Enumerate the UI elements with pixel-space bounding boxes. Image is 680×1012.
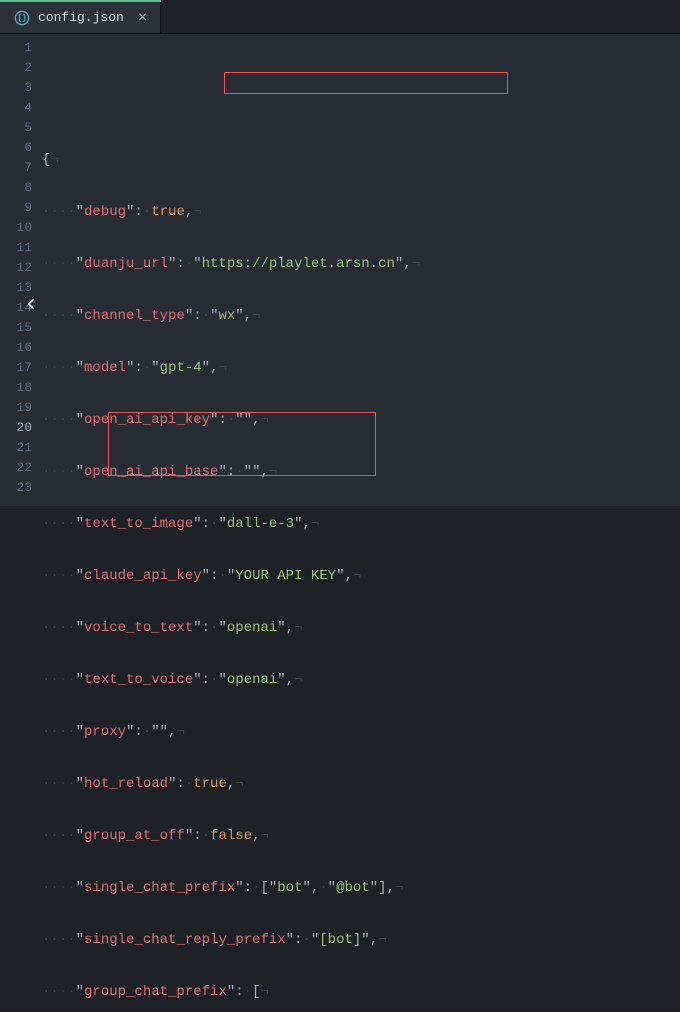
code-line: ····"debug":·true,¬: [42, 202, 680, 222]
code-content[interactable]: {¬ ····"debug":·true,¬ ····"duanju_url":…: [42, 34, 680, 506]
code-line: ····"single_chat_prefix":·["bot",·"@bot"…: [42, 878, 680, 898]
tab-config-json[interactable]: config.json ×: [0, 0, 161, 33]
code-line: ····"claude_api_key":·"YOUR API KEY",¬: [42, 566, 680, 586]
code-line: ····"model":·"gpt-4",¬: [42, 358, 680, 378]
duanju-url-highlight: [224, 72, 508, 94]
tab-label: config.json: [38, 10, 124, 25]
code-line: ····"channel_type":·"wx",¬: [42, 306, 680, 326]
code-line: ····"text_to_voice":·"openai",¬: [42, 670, 680, 690]
fold-chevron-icon[interactable]: [21, 292, 41, 316]
code-line: ····"single_chat_reply_prefix":·"[bot]",…: [42, 930, 680, 950]
code-line: ····"voice_to_text":·"openai",¬: [42, 618, 680, 638]
code-line: ····"open_ai_api_base":·"",¬: [42, 462, 680, 482]
code-line: ····"group_at_off":·false,¬: [42, 826, 680, 846]
code-line: ····"text_to_image":·"dall-e-3",¬: [42, 514, 680, 534]
tab-close-button[interactable]: ×: [138, 9, 147, 27]
json-brace-icon: [14, 10, 30, 26]
code-line: ····"proxy":·"",¬: [42, 722, 680, 742]
code-line: ····"hot_reload":·true,¬: [42, 774, 680, 794]
line-number-gutter: 1234567891011121314151617181920212223: [0, 34, 42, 506]
tab-bar: config.json ×: [0, 0, 680, 34]
code-line: ····"group_chat_prefix":·[¬: [42, 982, 680, 1002]
code-line: ····"open_ai_api_key":·"",¬: [42, 410, 680, 430]
code-editor[interactable]: 1234567891011121314151617181920212223 {¬…: [0, 34, 680, 506]
code-line: ····"duanju_url":·"https://playlet.arsn.…: [42, 254, 680, 274]
code-line: {¬: [42, 150, 680, 170]
